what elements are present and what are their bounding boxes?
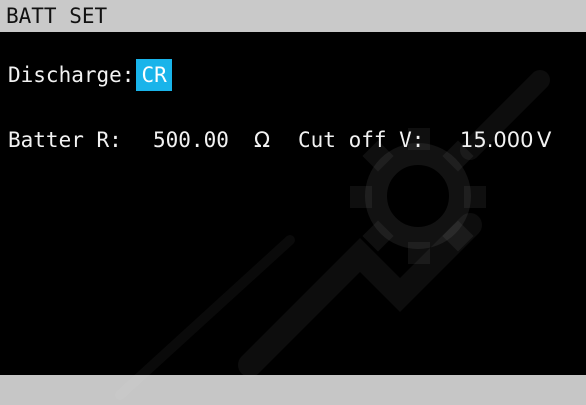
battery-row: Batter R: 500.00 Ω Cut off V: 15.000 V: [8, 125, 578, 155]
battery-resistance-value[interactable]: 500.00: [153, 125, 229, 155]
discharge-label: Discharge:: [8, 63, 135, 87]
voltage-unit: V: [537, 128, 552, 152]
battery-resistance-label: Batter R:: [8, 128, 122, 152]
discharge-row: Discharge: CR: [8, 59, 172, 91]
settings-panel: Discharge: CR Batter R: 500.00 Ω Cut off …: [0, 32, 586, 375]
footer-bar: [0, 375, 586, 405]
discharge-mode-selector[interactable]: CR: [136, 59, 172, 91]
cutoff-voltage-label: Cut off V:: [298, 128, 425, 152]
device-screen: BATT SET Discharge: CR Batter R: 500.00 Ω…: [0, 0, 586, 405]
cutoff-voltage-value[interactable]: 15.000: [460, 125, 533, 155]
resistance-unit: Ω: [254, 128, 271, 152]
page-title: BATT SET: [0, 0, 586, 32]
